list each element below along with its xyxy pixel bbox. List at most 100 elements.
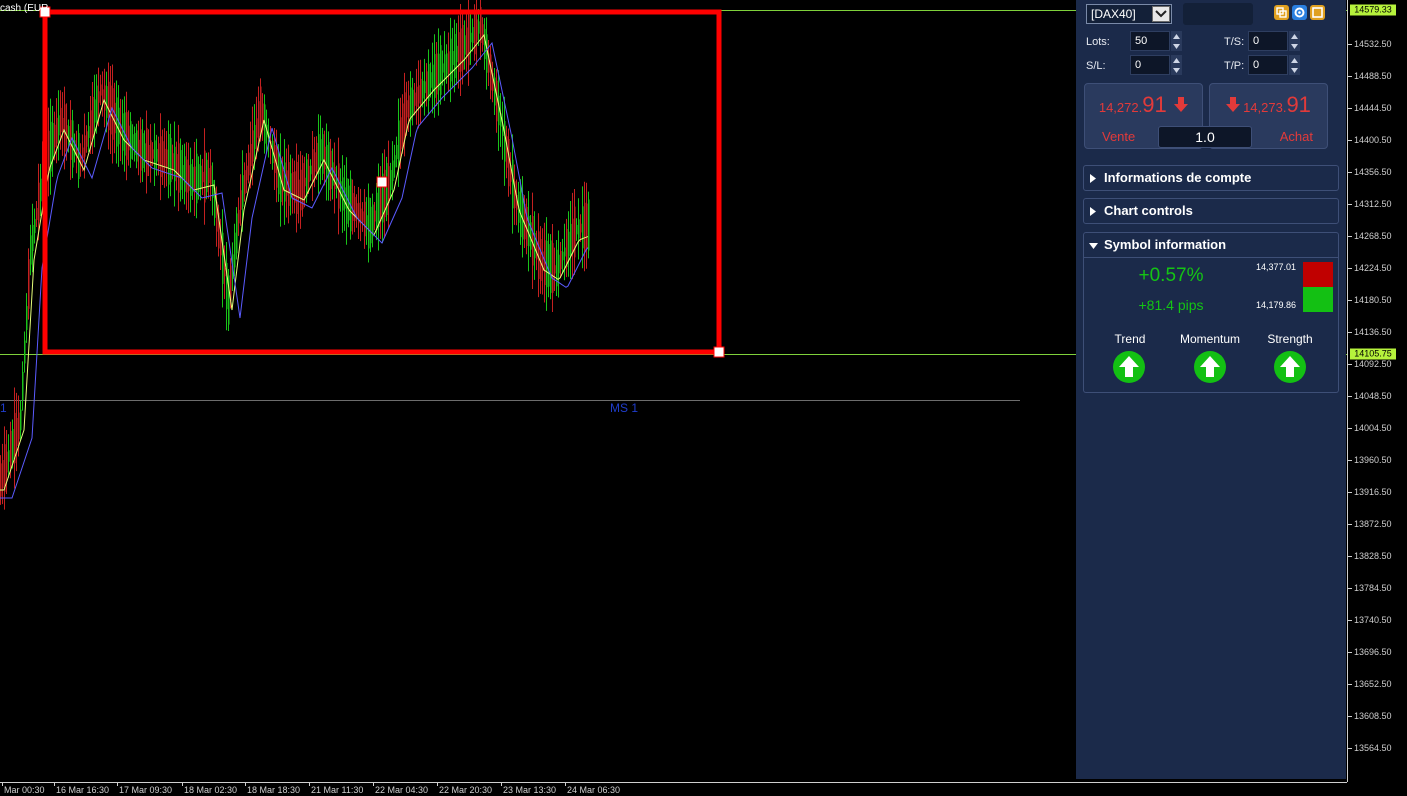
candle-body xyxy=(102,89,104,99)
pips-change: +81.4 pips xyxy=(1138,297,1204,313)
candle-body xyxy=(316,142,318,174)
settings-icon[interactable] xyxy=(1292,5,1307,20)
candle-body xyxy=(146,127,148,177)
candle-body xyxy=(144,143,146,160)
candle-body xyxy=(24,340,26,364)
candle-body xyxy=(370,206,372,244)
left-marker-label: 1 xyxy=(0,401,7,415)
price-tick xyxy=(1348,44,1352,45)
candle-body xyxy=(448,51,450,73)
buy-price-main: 14,273. xyxy=(1243,100,1287,115)
candle-body xyxy=(140,129,142,171)
candle-body xyxy=(426,71,428,99)
chevron-down-icon[interactable] xyxy=(1152,6,1170,22)
candle-body xyxy=(396,144,398,160)
candle-body xyxy=(372,204,374,237)
price-tick xyxy=(1348,716,1352,717)
price-label: 14400.50 xyxy=(1354,135,1392,145)
sl-input[interactable]: 0 xyxy=(1130,55,1170,75)
candle-body xyxy=(258,101,260,137)
candle-body xyxy=(94,99,96,123)
candle-body xyxy=(302,163,304,209)
ts-stepper[interactable] xyxy=(1289,31,1300,51)
symbol-info-body: +0.57% +81.4 pips 14,377.01 14,179.86 Tr… xyxy=(1083,257,1339,393)
candle-body xyxy=(182,165,184,179)
time-label: 21 Mar 11:30 xyxy=(311,785,364,795)
candle-body xyxy=(136,130,138,162)
lots-input[interactable]: 50 xyxy=(1130,31,1170,51)
candle-body xyxy=(88,126,90,138)
time-tick xyxy=(182,783,183,786)
candle-body xyxy=(34,218,36,234)
candle-body xyxy=(162,141,164,174)
candle-body xyxy=(92,96,94,140)
candle-body xyxy=(342,177,344,211)
price-label: 14488.50 xyxy=(1354,71,1392,81)
candle-body xyxy=(26,306,28,330)
price-tick xyxy=(1348,204,1352,205)
candle-body xyxy=(354,196,356,222)
candle-body xyxy=(178,143,180,193)
sl-stepper[interactable] xyxy=(1171,55,1182,75)
ts-input[interactable]: 0 xyxy=(1248,31,1288,51)
candle-body xyxy=(328,141,330,191)
candle-body xyxy=(82,147,84,159)
chart-controls-header[interactable]: Chart controls xyxy=(1083,198,1339,224)
price-tag-top: 14579.33 xyxy=(1350,4,1396,16)
candle-body xyxy=(208,167,210,184)
candle-body xyxy=(324,146,326,170)
copy-icon[interactable] xyxy=(1274,5,1289,20)
time-label: 22 Mar 04:30 xyxy=(375,785,429,795)
momentum-up-arrow-icon xyxy=(1194,351,1226,383)
lots-stepper[interactable] xyxy=(1171,31,1182,51)
time-tick xyxy=(501,783,502,786)
strength-up-arrow-icon xyxy=(1274,351,1306,383)
lot-size-input[interactable]: 1.0 xyxy=(1158,126,1252,148)
window-icon[interactable] xyxy=(1310,5,1325,20)
price-tag-bottom: 14105.75 xyxy=(1350,348,1396,360)
time-axis[interactable]: Mar 00:30 16 Mar 16:30 17 Mar 09:30 18 Mar … xyxy=(0,782,1347,796)
price-label: 14444.50 xyxy=(1354,103,1392,113)
candle-body xyxy=(304,177,306,187)
candle-body xyxy=(364,201,366,237)
candle-body xyxy=(482,24,484,45)
time-label: Mar 00:30 xyxy=(4,785,45,795)
tp-input[interactable]: 0 xyxy=(1248,55,1288,75)
candle-body xyxy=(64,104,66,152)
price-tick xyxy=(1348,684,1352,685)
candle-body xyxy=(400,117,402,150)
account-info-header[interactable]: Informations de compte xyxy=(1083,165,1339,191)
symbol-select[interactable]: [DAX40] xyxy=(1086,4,1172,24)
candle-body xyxy=(314,152,316,172)
candle-body xyxy=(96,85,98,123)
price-tick xyxy=(1348,428,1352,429)
time-label: 24 Mar 06:30 xyxy=(567,785,621,795)
price-tick xyxy=(1348,268,1352,269)
candle-body xyxy=(584,202,586,251)
symbol-search-input[interactable] xyxy=(1183,3,1253,25)
candle-body xyxy=(62,117,64,131)
tp-stepper[interactable] xyxy=(1289,55,1300,75)
candle-body xyxy=(380,183,382,222)
price-label: 14092.50 xyxy=(1354,359,1392,369)
candle-body xyxy=(98,91,100,103)
candle-body xyxy=(224,268,226,277)
sl-label: S/L: xyxy=(1086,60,1106,72)
symbol-select-value: [DAX40] xyxy=(1091,7,1136,21)
candle-body xyxy=(418,85,420,104)
candle-body xyxy=(508,139,510,187)
candle-body xyxy=(410,87,412,121)
candle-body xyxy=(402,103,404,145)
symbol-info-header[interactable]: Symbol information xyxy=(1083,232,1339,258)
candle-body xyxy=(0,463,2,497)
candle-body xyxy=(414,92,416,106)
rectangle-handle-center xyxy=(376,176,388,188)
price-label: 13784.50 xyxy=(1354,583,1392,593)
candle-body xyxy=(366,215,368,227)
candle-body xyxy=(254,124,256,150)
candle-body xyxy=(390,170,392,190)
price-axis[interactable]: 14532.50 14488.50 14444.50 14400.50 14356.50… xyxy=(1347,0,1407,782)
candle-body xyxy=(244,170,246,194)
price-tick xyxy=(1348,748,1352,749)
candle-body xyxy=(452,50,454,66)
